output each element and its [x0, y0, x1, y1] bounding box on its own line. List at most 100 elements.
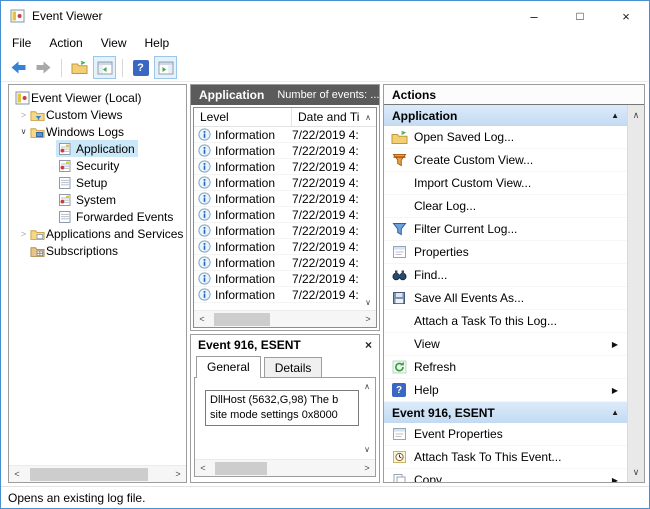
tab-details[interactable]: Details: [264, 357, 323, 377]
event-row[interactable]: Information7/22/2019 4:: [194, 255, 360, 271]
tree-item-system[interactable]: System: [9, 191, 186, 208]
section-event-916-esent[interactable]: Event 916, ESENT ▲: [384, 402, 627, 423]
scroll-left-icon[interactable]: <: [195, 463, 211, 473]
menu-view[interactable]: View: [92, 33, 136, 53]
actions-title: Actions: [384, 85, 644, 105]
event-row[interactable]: Information7/22/2019 4:: [194, 191, 360, 207]
scroll-track[interactable]: [25, 466, 170, 482]
column-date-and-time[interactable]: Date and Tir: [292, 108, 360, 126]
tree-horizontal-scrollbar[interactable]: < >: [9, 465, 186, 482]
scroll-right-icon[interactable]: >: [359, 463, 375, 473]
event-row[interactable]: Information7/22/2019 4:: [194, 159, 360, 175]
help-button[interactable]: ?: [129, 56, 152, 79]
action-create-custom-view[interactable]: Create Custom View...: [384, 149, 627, 172]
back-button[interactable]: [7, 56, 30, 79]
tree-item-windows-logs[interactable]: ∨ Windows Logs: [9, 123, 186, 140]
forward-button[interactable]: [32, 56, 55, 79]
action-help[interactable]: ? Help ▶: [384, 379, 627, 402]
scroll-left-icon[interactable]: <: [194, 314, 210, 324]
scroll-track[interactable]: [211, 460, 359, 476]
tab-general[interactable]: General: [196, 356, 261, 378]
open-saved-log-button[interactable]: [68, 56, 91, 79]
menu-help[interactable]: Help: [136, 33, 179, 53]
chevron-right-icon[interactable]: >: [17, 229, 30, 239]
scroll-up-icon[interactable]: ∧: [359, 380, 375, 394]
tree-item-security[interactable]: Security: [9, 157, 186, 174]
event-row[interactable]: Information7/22/2019 4:: [194, 287, 360, 303]
custom-views-folder-icon: [30, 108, 45, 122]
actions-vertical-scrollbar[interactable]: ∧ ∨: [627, 105, 644, 482]
section-application[interactable]: Application ▲: [384, 105, 627, 126]
information-icon: [198, 256, 211, 269]
menu-action[interactable]: Action: [40, 33, 91, 53]
scroll-down-icon[interactable]: ∨: [633, 465, 640, 479]
action-clear-log[interactable]: Clear Log...: [384, 195, 627, 218]
scroll-down-icon[interactable]: ∨: [360, 296, 376, 310]
scroll-up-icon[interactable]: ∧: [360, 108, 376, 126]
tree-item-forwarded-events[interactable]: Forwarded Events: [9, 208, 186, 225]
minimize-button[interactable]: –: [511, 1, 557, 31]
scroll-down-icon[interactable]: ∨: [359, 443, 375, 457]
event-row[interactable]: Information7/22/2019 4:: [194, 207, 360, 223]
action-open-saved-log[interactable]: Open Saved Log...: [384, 126, 627, 149]
event-description[interactable]: DllHost (5632,G,98) The b site mode sett…: [205, 390, 359, 426]
main-area: Event Viewer (Local) > Custom Views ∨ Wi…: [1, 82, 649, 486]
copy-icon: [390, 472, 408, 482]
action-label: Properties: [414, 245, 469, 259]
action-attach-task-to-log[interactable]: Attach a Task To this Log...: [384, 310, 627, 333]
tree-item-custom-views[interactable]: > Custom Views: [9, 106, 186, 123]
scroll-left-icon[interactable]: <: [9, 469, 25, 479]
scroll-right-icon[interactable]: >: [170, 469, 186, 479]
log-icon: [57, 159, 72, 173]
scroll-up-icon[interactable]: ∧: [633, 108, 640, 122]
event-row[interactable]: Information7/22/2019 4:: [194, 239, 360, 255]
scroll-right-icon[interactable]: >: [360, 314, 376, 324]
no-icon: [390, 198, 408, 214]
action-label: Clear Log...: [414, 199, 476, 213]
list-vertical-scrollbar[interactable]: ∨: [360, 127, 376, 310]
chevron-down-icon[interactable]: ∨: [17, 127, 30, 136]
scroll-thumb[interactable]: [214, 313, 270, 326]
scroll-track[interactable]: [210, 311, 360, 327]
console-tree-icon: [97, 61, 113, 75]
action-refresh[interactable]: Refresh: [384, 356, 627, 379]
tree-item-label: Custom Views: [46, 108, 122, 122]
tree-item-application[interactable]: Application: [9, 140, 186, 157]
action-save-all-events-as[interactable]: Save All Events As...: [384, 287, 627, 310]
maximize-button[interactable]: □: [557, 1, 603, 31]
list-horizontal-scrollbar[interactable]: < >: [194, 310, 376, 327]
preview-vertical-scrollbar[interactable]: ∧ ∨: [359, 378, 375, 459]
column-level[interactable]: Level: [194, 108, 292, 126]
collapse-icon[interactable]: ▲: [611, 111, 619, 120]
preview-horizontal-scrollbar[interactable]: < >: [195, 459, 375, 476]
event-row[interactable]: Information7/22/2019 4:: [194, 127, 360, 143]
menu-file[interactable]: File: [3, 33, 40, 53]
action-find[interactable]: Find...: [384, 264, 627, 287]
show-action-pane-button[interactable]: [154, 56, 177, 79]
action-properties[interactable]: Properties: [384, 241, 627, 264]
close-preview-icon[interactable]: ×: [365, 338, 372, 352]
action-label: Event Properties: [414, 427, 503, 441]
action-event-properties[interactable]: Event Properties: [384, 423, 627, 446]
close-button[interactable]: ×: [603, 1, 649, 31]
tree-item-setup[interactable]: Setup: [9, 174, 186, 191]
collapse-icon[interactable]: ▲: [611, 408, 619, 417]
tree-item-applications-services-logs[interactable]: > Applications and Services Lo: [9, 225, 186, 242]
tree-item-event-viewer-local[interactable]: Event Viewer (Local): [9, 89, 186, 106]
section-title: Event 916, ESENT: [392, 406, 495, 420]
action-import-custom-view[interactable]: Import Custom View...: [384, 172, 627, 195]
event-row[interactable]: Information7/22/2019 4:: [194, 143, 360, 159]
action-copy[interactable]: Copy ▶: [384, 469, 627, 482]
event-row[interactable]: Information7/22/2019 4:: [194, 223, 360, 239]
description-line: DllHost (5632,G,98) The b: [210, 393, 354, 408]
action-attach-task-to-event[interactable]: Attach Task To This Event...: [384, 446, 627, 469]
show-console-tree-button[interactable]: [93, 56, 116, 79]
action-filter-current-log[interactable]: Filter Current Log...: [384, 218, 627, 241]
tree-item-subscriptions[interactable]: Subscriptions: [9, 242, 186, 259]
scroll-thumb[interactable]: [30, 468, 148, 481]
action-view[interactable]: View ▶: [384, 333, 627, 356]
scroll-thumb[interactable]: [215, 462, 267, 475]
event-row[interactable]: Information7/22/2019 4:: [194, 271, 360, 287]
chevron-right-icon[interactable]: >: [17, 110, 30, 120]
event-row[interactable]: Information7/22/2019 4:: [194, 175, 360, 191]
